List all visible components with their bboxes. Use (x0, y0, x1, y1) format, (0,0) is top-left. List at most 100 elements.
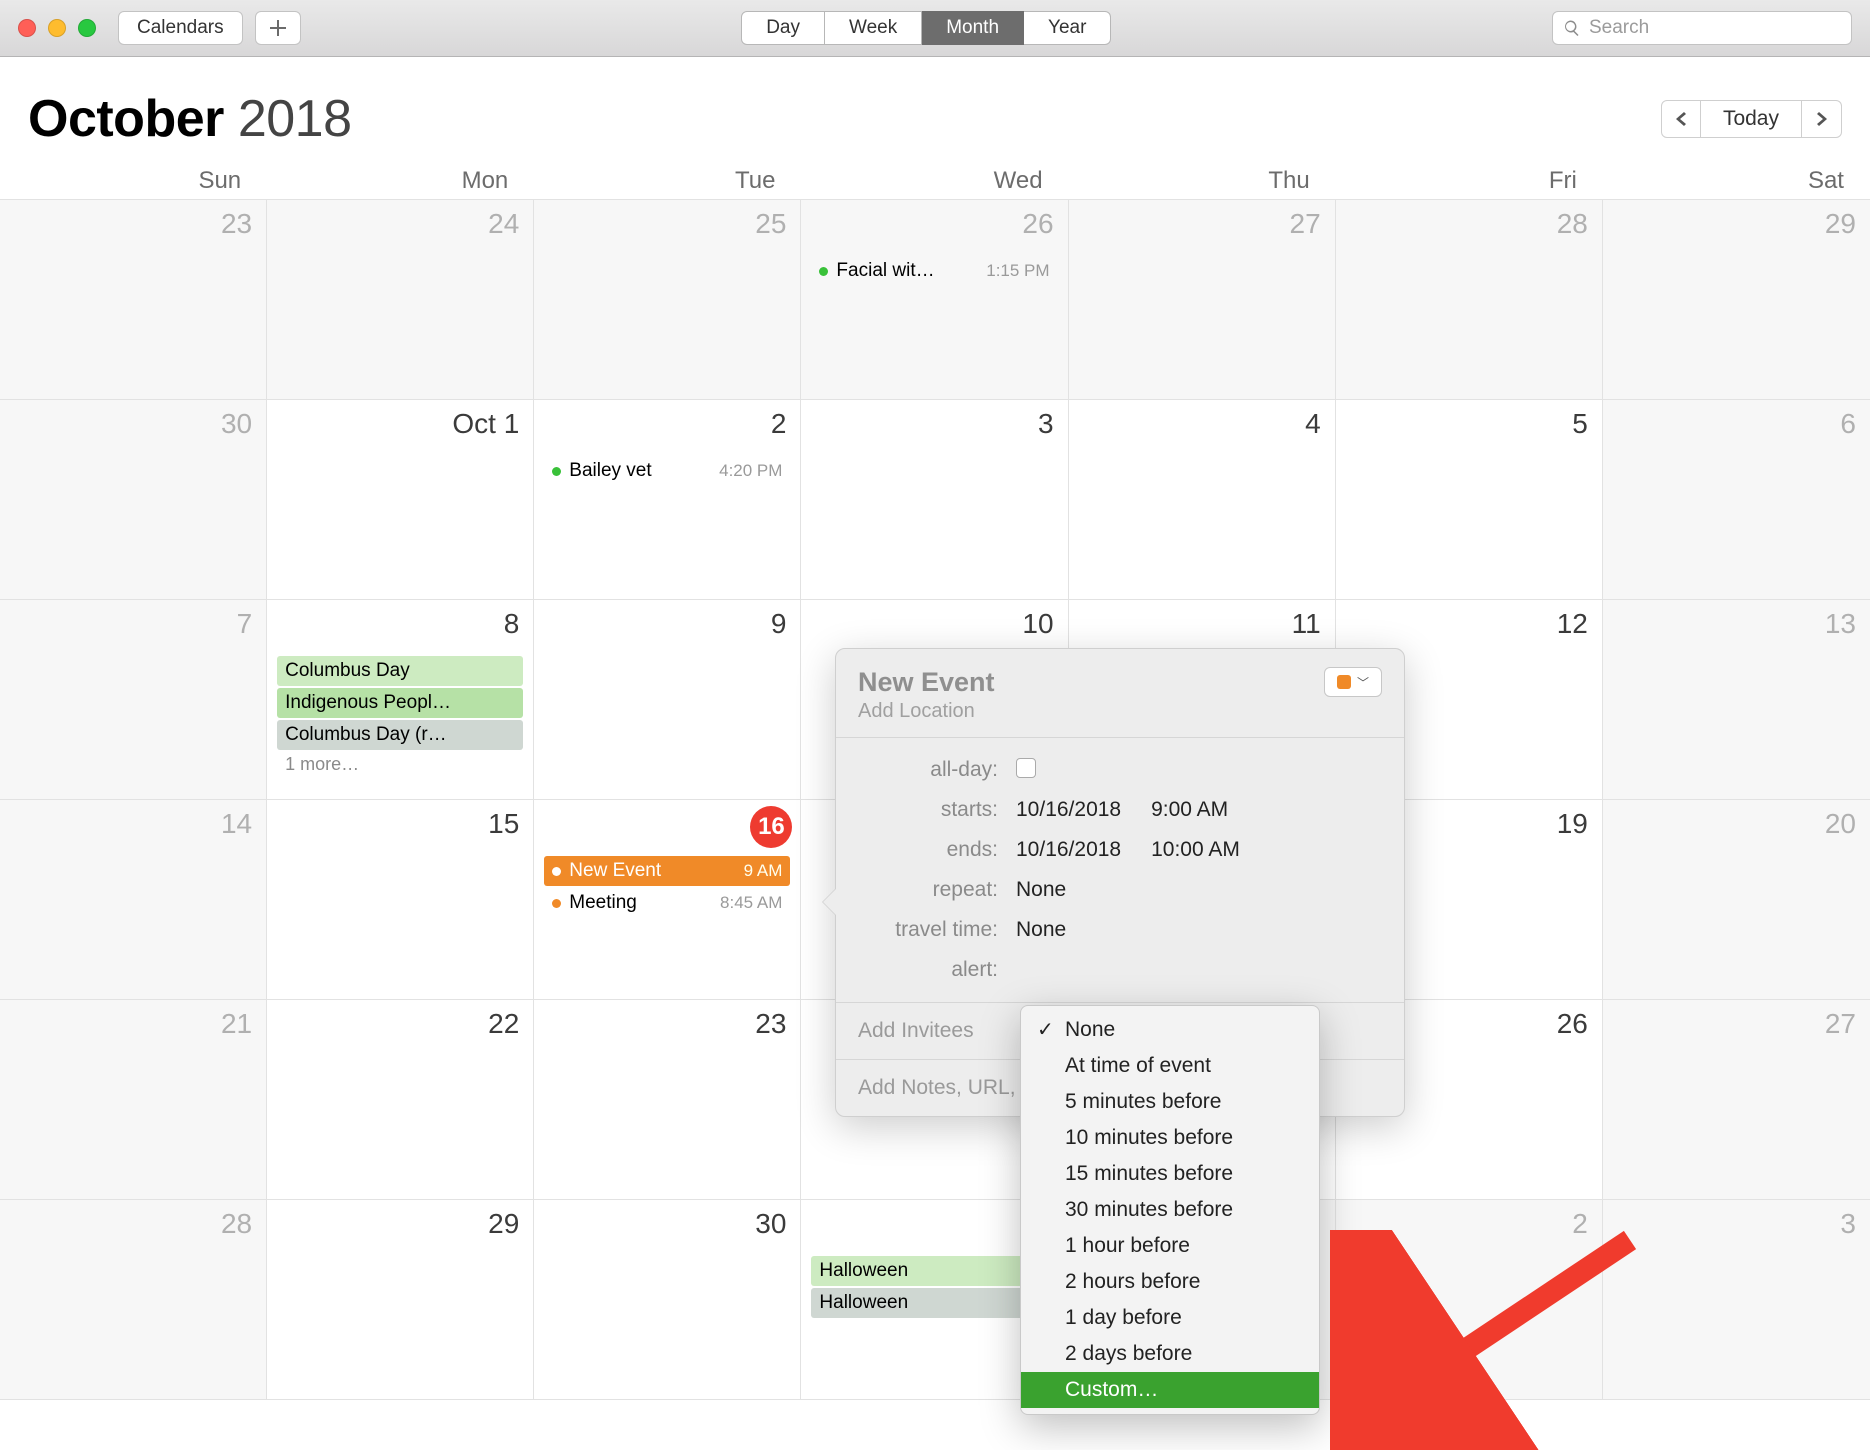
day-cell[interactable]: 27 (1603, 1000, 1870, 1200)
alert-option[interactable]: At time of event (1021, 1048, 1319, 1084)
day-cell[interactable]: 23 (0, 200, 267, 400)
day-cell[interactable]: 29 (267, 1200, 534, 1400)
alert-dropdown-menu: NoneAt time of event5 minutes before10 m… (1020, 1005, 1320, 1415)
day-cell[interactable]: 27 (1069, 200, 1336, 400)
alert-option[interactable]: Custom… (1021, 1372, 1319, 1408)
event-time: 4:20 PM (719, 461, 782, 481)
day-cell[interactable]: Oct 1 (267, 400, 534, 600)
weekday-header: SunMonTueWedThuFriSat (0, 167, 1870, 199)
day-number: 4 (1305, 408, 1321, 440)
view-day-tab[interactable]: Day (741, 11, 825, 45)
day-number: 26 (1022, 208, 1053, 240)
day-cell[interactable]: 21 (0, 1000, 267, 1200)
event-title: Bailey vet (569, 460, 711, 482)
calendars-toggle-button[interactable]: Calendars (118, 11, 243, 45)
add-event-button[interactable] (255, 11, 301, 45)
day-cell[interactable]: 28 (1336, 200, 1603, 400)
starts-date-field[interactable]: 10/16/2018 (1016, 798, 1121, 822)
day-cell[interactable]: 4 (1069, 400, 1336, 600)
ends-label: ends: (858, 838, 998, 862)
day-cell[interactable]: 28 (0, 1200, 267, 1400)
day-cell[interactable]: 30 (0, 400, 267, 600)
day-number: 27 (1290, 208, 1321, 240)
day-cell[interactable]: 8Columbus DayIndigenous Peopl…Columbus D… (267, 600, 534, 800)
day-cell[interactable]: 23 (534, 1000, 801, 1200)
day-number: 9 (771, 608, 787, 640)
day-cell[interactable]: 3 (801, 400, 1068, 600)
event-item[interactable]: Bailey vet 4:20 PM (544, 456, 790, 486)
search-field[interactable]: Search (1552, 11, 1852, 45)
day-cell[interactable]: 6 (1603, 400, 1870, 600)
repeat-label: repeat: (858, 878, 998, 902)
repeat-field[interactable]: None (1016, 878, 1066, 902)
event-item[interactable]: New Event9 AM (544, 856, 790, 886)
day-number: 5 (1572, 408, 1588, 440)
close-window-icon[interactable] (18, 19, 36, 37)
chevron-down-icon: ﹀ (1357, 674, 1369, 691)
day-cell[interactable]: 25 (534, 200, 801, 400)
day-cell[interactable]: 14 (0, 800, 267, 1000)
alert-option[interactable]: 30 minutes before (1021, 1192, 1319, 1228)
traffic-lights (18, 19, 96, 37)
calendar-picker[interactable]: ﹀ (1324, 667, 1382, 697)
event-title: Columbus Day (285, 660, 515, 682)
starts-time-field[interactable]: 9:00 AM (1151, 798, 1228, 822)
day-cell[interactable]: 16New Event9 AMMeeting8:45 AM (534, 800, 801, 1000)
day-cell[interactable]: 5 (1336, 400, 1603, 600)
event-time: 8:45 AM (720, 893, 782, 913)
event-item[interactable]: Columbus Day (277, 656, 523, 686)
day-cell[interactable]: 15 (267, 800, 534, 1000)
event-item[interactable]: Meeting8:45 AM (544, 888, 790, 918)
day-cell[interactable]: 13 (1603, 600, 1870, 800)
alert-option[interactable]: 15 minutes before (1021, 1156, 1319, 1192)
day-number: 12 (1557, 608, 1588, 640)
view-year-tab[interactable]: Year (1024, 11, 1111, 45)
event-dot-icon (552, 467, 561, 476)
view-week-tab[interactable]: Week (825, 11, 922, 45)
view-month-tab[interactable]: Month (922, 11, 1024, 45)
day-number: 28 (1557, 208, 1588, 240)
day-number: 30 (221, 408, 252, 440)
plus-icon (270, 20, 286, 36)
zoom-window-icon[interactable] (78, 19, 96, 37)
day-cell[interactable]: 22 (267, 1000, 534, 1200)
allday-checkbox[interactable] (1016, 758, 1036, 778)
ends-time-field[interactable]: 10:00 AM (1151, 838, 1240, 862)
day-cell[interactable]: 20 (1603, 800, 1870, 1000)
day-cell[interactable]: 30 (534, 1200, 801, 1400)
day-cell[interactable]: 2Bailey vet4:20 PM (534, 400, 801, 600)
traveltime-field[interactable]: None (1016, 918, 1066, 942)
ends-date-field[interactable]: 10/16/2018 (1016, 838, 1121, 862)
event-title-field[interactable]: New Event (858, 667, 995, 698)
day-number: 20 (1825, 808, 1856, 840)
weekday-label: Mon (267, 167, 534, 195)
day-cell[interactable]: 3 (1603, 1200, 1870, 1400)
alert-option[interactable]: 2 hours before (1021, 1264, 1319, 1300)
event-item[interactable]: Indigenous Peopl… (277, 688, 523, 718)
day-cell[interactable]: 2 (1336, 1200, 1603, 1400)
event-item[interactable]: Facial wit…1:15 PM (811, 256, 1057, 286)
day-number: 3 (1038, 408, 1054, 440)
day-cell[interactable]: 24 (267, 200, 534, 400)
alert-option[interactable]: 1 hour before (1021, 1228, 1319, 1264)
alert-option[interactable]: None (1021, 1012, 1319, 1048)
more-events-link[interactable]: 1 more… (277, 750, 523, 779)
today-button[interactable]: Today (1701, 100, 1802, 138)
alert-option[interactable]: 10 minutes before (1021, 1120, 1319, 1156)
alert-option[interactable]: 2 days before (1021, 1336, 1319, 1372)
next-month-button[interactable] (1802, 100, 1842, 138)
event-item[interactable]: Columbus Day (r… (277, 720, 523, 750)
minimize-window-icon[interactable] (48, 19, 66, 37)
prev-month-button[interactable] (1661, 100, 1701, 138)
alert-option[interactable]: 1 day before (1021, 1300, 1319, 1336)
day-cell[interactable]: 7 (0, 600, 267, 800)
day-cell[interactable]: 29 (1603, 200, 1870, 400)
event-location-field[interactable]: Add Location (858, 700, 995, 723)
day-cell[interactable]: 26 Facial wit…1:15 PM (801, 200, 1068, 400)
day-number: 29 (1825, 208, 1856, 240)
event-dot-icon (552, 867, 561, 876)
day-cell[interactable]: 9 (534, 600, 801, 800)
event-title: Facial wit… (836, 260, 978, 282)
weekday-label: Sat (1603, 167, 1870, 195)
alert-option[interactable]: 5 minutes before (1021, 1084, 1319, 1120)
